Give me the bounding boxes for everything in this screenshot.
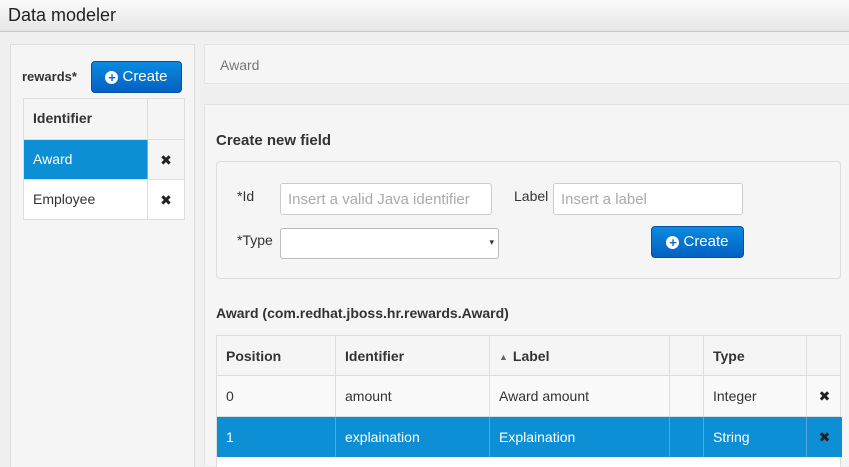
table-row[interactable]: 0 amount Award amount Integer ✖	[217, 375, 840, 416]
column-header-type[interactable]: Type	[704, 336, 807, 375]
title-bar: Data modeler	[0, 0, 849, 32]
type-label: *Type	[237, 232, 273, 248]
breadcrumb: Award	[204, 44, 849, 84]
type-select[interactable]: ▾	[280, 228, 499, 259]
window-title: Data modeler	[8, 5, 117, 25]
cell-label: Award amount	[490, 376, 670, 416]
column-header-label-text: Label	[512, 348, 550, 364]
create-field-button[interactable]: + Create	[651, 226, 744, 258]
cell-identifier: amount	[336, 376, 490, 416]
entity-table-header: Identifier	[24, 99, 184, 139]
create-field-form: *Id Label *Type ▾ +Create	[216, 161, 841, 279]
cell-position: 0	[217, 376, 336, 416]
sort-ascending-icon: ▲	[499, 352, 508, 362]
cell-type: String	[704, 417, 807, 457]
column-header-blank	[670, 336, 704, 375]
fields-table: Position Identifier ▲ Label Type 0 amount…	[216, 335, 842, 467]
cell-label: Explaination	[490, 417, 670, 457]
fields-table-header: Position Identifier ▲ Label Type	[217, 336, 840, 375]
remove-field-button[interactable]: ✖	[807, 376, 842, 416]
remove-field-button[interactable]: ✖	[807, 417, 842, 457]
remove-entity-award-button[interactable]: ✖	[148, 140, 184, 179]
remove-icon[interactable]: ✖	[819, 429, 831, 445]
cell-type: Integer	[704, 376, 807, 416]
column-header-actions	[807, 336, 842, 375]
entity-panel: rewards* + Create Identifier Award ✖ Empl…	[10, 44, 195, 467]
cell-identifier: explaination	[336, 417, 490, 457]
id-input[interactable]	[280, 183, 492, 215]
create-entity-button[interactable]: + Create	[91, 61, 182, 93]
remove-entity-employee-button[interactable]: ✖	[148, 180, 184, 219]
project-name: rewards*	[22, 69, 77, 84]
create-entity-label: Create	[122, 68, 168, 85]
label-input[interactable]	[553, 183, 743, 215]
table-row[interactable]: 1 explaination Explaination String ✖	[217, 416, 842, 457]
id-label: *Id	[237, 188, 255, 204]
create-field-title: Create new field	[216, 132, 332, 149]
cell-position: 1	[217, 417, 336, 457]
column-header-identifier[interactable]: Identifier	[24, 99, 148, 139]
entity-table: Identifier Award ✖ Employee ✖	[23, 98, 185, 220]
column-header-label[interactable]: ▲ Label	[490, 336, 670, 375]
entity-row-award[interactable]: Award ✖	[24, 139, 184, 179]
entity-label[interactable]: Award	[24, 140, 148, 179]
entity-row-employee[interactable]: Employee ✖	[24, 179, 184, 219]
label-label: Label	[514, 188, 549, 204]
breadcrumb-current: Award	[220, 57, 260, 73]
column-header-position[interactable]: Position	[217, 336, 336, 375]
entity-editor-panel: Create new field *Id Label *Type ▾ +Crea…	[204, 104, 849, 467]
column-header-actions	[148, 99, 184, 139]
plus-circle-icon: +	[105, 71, 119, 84]
fields-table-title: Award (com.redhat.jboss.hr.rewards.Award…	[216, 305, 509, 321]
cell-blank	[670, 417, 704, 457]
column-header-identifier[interactable]: Identifier	[336, 336, 490, 375]
remove-icon[interactable]: ✖	[160, 152, 172, 168]
dropdown-arrow-icon: ▾	[489, 237, 494, 247]
entity-label[interactable]: Employee	[24, 180, 148, 219]
plus-circle-icon: +	[666, 236, 680, 249]
cell-blank	[670, 376, 704, 416]
remove-icon[interactable]: ✖	[160, 192, 172, 208]
create-field-label: Create	[683, 233, 729, 250]
remove-icon[interactable]: ✖	[819, 388, 831, 404]
